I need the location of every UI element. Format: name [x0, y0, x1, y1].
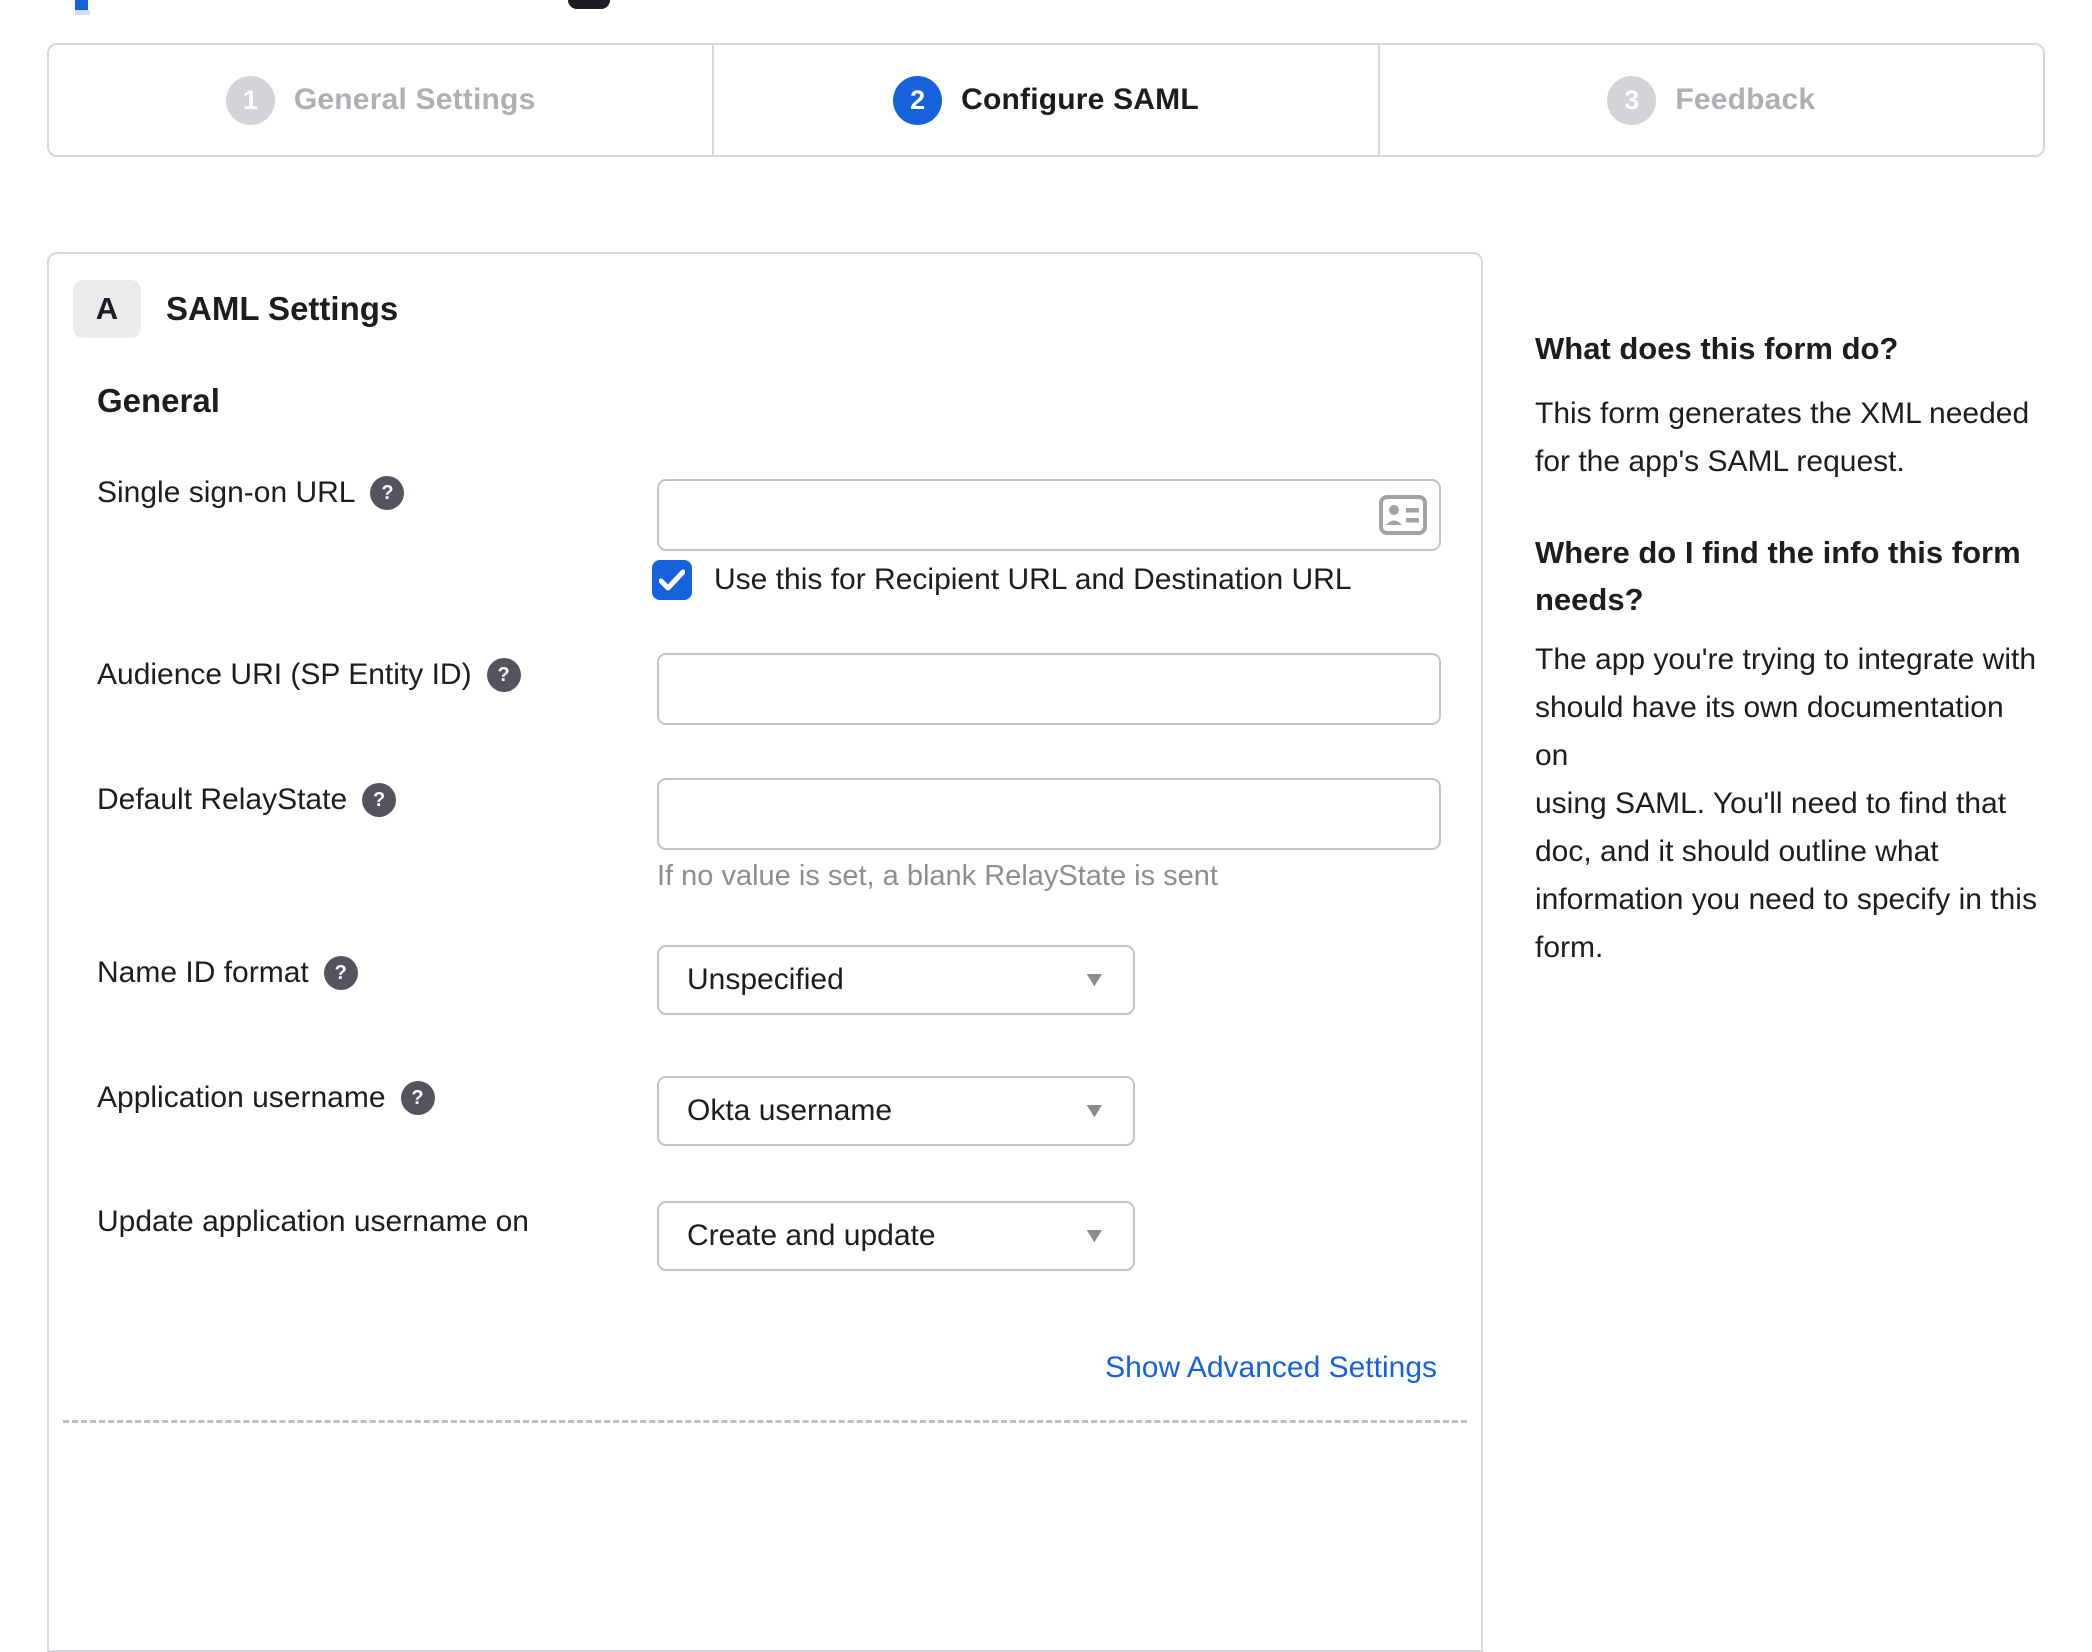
panel-title: SAML Settings [166, 290, 399, 327]
chevron-down-icon: ▼ [1081, 968, 1108, 991]
audience-uri-label-text: Audience URI (SP Entity ID) [97, 658, 472, 691]
sidebar-paragraph-what: This form generates the XML needed for t… [1535, 397, 2030, 478]
wizard-stepper: 1 General Settings 2 Configure SAML 3 Fe… [47, 43, 2045, 157]
update-username-label: Update application username on [97, 1202, 529, 1242]
sidebar-heading-what: What does this form do? [1535, 331, 1899, 366]
application-username-label: Application username ? [97, 1078, 435, 1118]
step-number-badge: 3 [1607, 75, 1657, 125]
chevron-down-icon: ▼ [1081, 1099, 1108, 1122]
chevron-down-icon: ▼ [1081, 1224, 1108, 1247]
cutoff-blue-fragment [75, 0, 88, 10]
sidebar-paragraph-where: The app you're trying to integrate with … [1535, 643, 2037, 964]
default-relaystate-input[interactable] [657, 778, 1441, 850]
step-label: General Settings [293, 83, 536, 116]
sso-url-input[interactable] [657, 479, 1441, 551]
application-username-label-text: Application username [97, 1081, 386, 1114]
update-username-select[interactable]: Create and update ▼ [657, 1201, 1135, 1271]
name-id-format-select[interactable]: Unspecified ▼ [657, 945, 1135, 1015]
sso-url-label: Single sign-on URL ? [97, 473, 405, 513]
help-icon[interactable]: ? [362, 783, 397, 817]
step-number-badge: 2 [893, 75, 943, 125]
application-username-select[interactable]: Okta username ▼ [657, 1076, 1135, 1146]
name-id-format-value: Unspecified [687, 963, 844, 996]
cutoff-blue-fragment-faint [75, 10, 90, 15]
audience-uri-label: Audience URI (SP Entity ID) ? [97, 655, 521, 695]
contact-card-icon[interactable] [1379, 495, 1427, 535]
step-label: Configure SAML [961, 83, 1199, 116]
step-configure-saml[interactable]: 2 Configure SAML [712, 45, 1377, 155]
help-icon[interactable]: ? [486, 658, 521, 692]
relaystate-hint: If no value is set, a blank RelayState i… [657, 860, 1218, 892]
show-advanced-settings-link[interactable]: Show Advanced Settings [1105, 1348, 1437, 1388]
name-id-format-label: Name ID format ? [97, 953, 358, 993]
application-username-value: Okta username [687, 1094, 893, 1127]
step-label: Feedback [1675, 83, 1816, 116]
group-title-general: General [97, 382, 220, 419]
help-sidebar: What does this form do? This form genera… [1535, 329, 2039, 972]
step-feedback[interactable]: 3 Feedback [1377, 45, 2043, 155]
update-username-label-text: Update application username on [97, 1205, 529, 1238]
help-icon[interactable]: ? [323, 956, 358, 990]
name-id-format-label-text: Name ID format [97, 956, 309, 989]
default-relaystate-label-text: Default RelayState [97, 783, 348, 816]
help-icon[interactable]: ? [370, 476, 405, 510]
recipient-url-checkbox[interactable] [652, 560, 692, 600]
recipient-url-checkbox-label: Use this for Recipient URL and Destinati… [714, 563, 1352, 596]
sso-url-label-text: Single sign-on URL [97, 476, 356, 509]
section-dashed-divider [63, 1420, 1467, 1423]
default-relaystate-label: Default RelayState ? [97, 780, 397, 820]
audience-uri-input[interactable] [657, 653, 1441, 725]
section-letter-badge: A [73, 280, 141, 338]
sidebar-heading-where: Where do I find the info this form needs… [1535, 535, 2021, 617]
step-number-badge: 1 [225, 75, 275, 125]
step-general-settings[interactable]: 1 General Settings [49, 45, 712, 155]
cutoff-dark-logo-fragment [568, 0, 610, 9]
checkmark-icon [659, 569, 685, 591]
help-icon[interactable]: ? [400, 1081, 435, 1115]
saml-settings-panel: A SAML Settings General Single sign-on U… [47, 252, 1483, 1652]
update-username-value: Create and update [687, 1219, 936, 1252]
